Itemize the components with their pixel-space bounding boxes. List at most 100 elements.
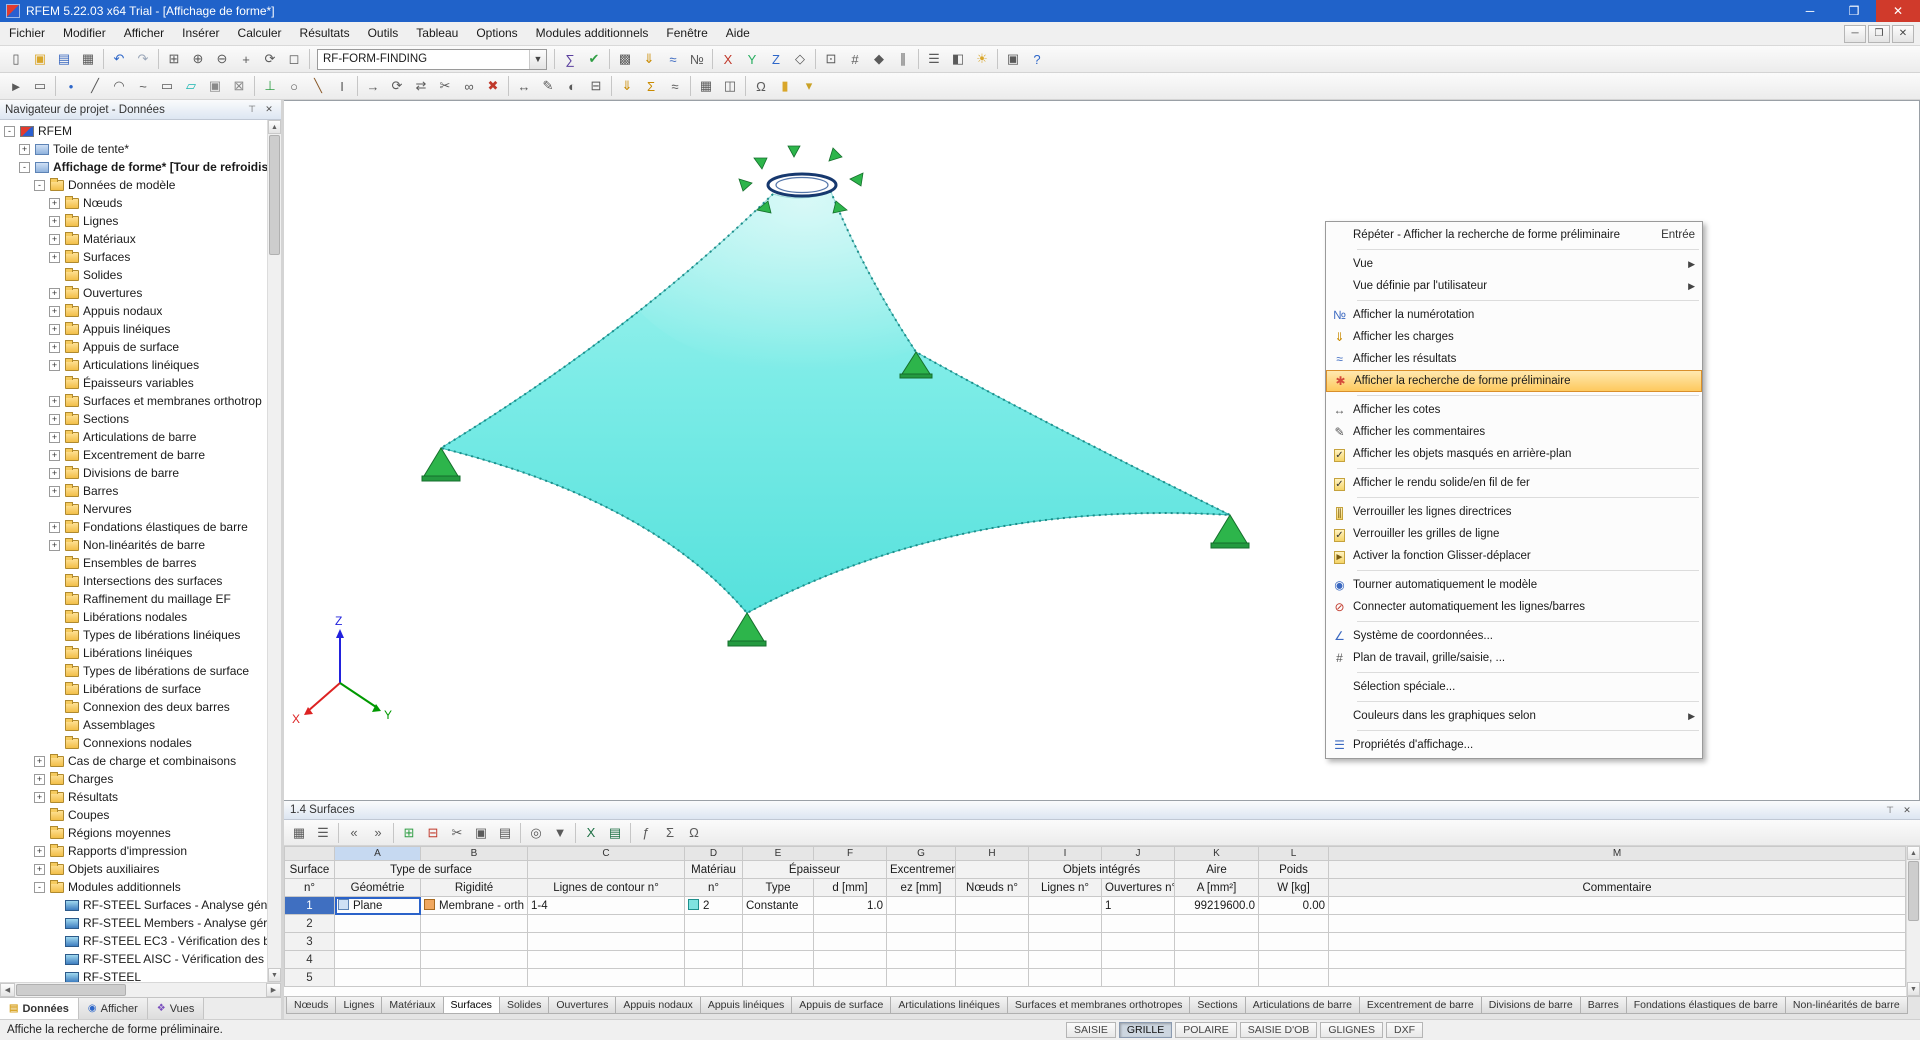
grid-cell[interactable] bbox=[955, 968, 1029, 987]
tree-item-divisions-de-barre[interactable]: + Divisions de barre bbox=[0, 464, 267, 482]
status-toggle-saisie-d-ob[interactable]: SAISIE D'OB bbox=[1239, 1022, 1318, 1038]
grid-cell[interactable]: 0.00 bbox=[1258, 896, 1329, 915]
scrollbar-thumb[interactable] bbox=[1908, 861, 1919, 921]
table-settings-icon[interactable]: ☰ bbox=[311, 821, 335, 844]
context-item-plan-de-travail-grille-saisie[interactable]: # Plan de travail, grille/saisie, ... bbox=[1326, 647, 1702, 669]
close-icon[interactable]: ✕ bbox=[262, 103, 276, 117]
grid-cell[interactable] bbox=[886, 932, 956, 951]
grid-cell[interactable] bbox=[684, 932, 743, 951]
collapse-icon[interactable]: - bbox=[4, 125, 15, 137]
expand-icon[interactable]: + bbox=[34, 791, 45, 803]
move-copy-icon[interactable]: → bbox=[361, 75, 385, 98]
menu-tableau[interactable]: Tableau bbox=[407, 22, 467, 45]
context-item-afficher-la-numerotation[interactable]: № Afficher la numérotation bbox=[1326, 304, 1702, 326]
collapse-icon[interactable]: - bbox=[34, 179, 45, 191]
print-icon[interactable]: ▦ bbox=[76, 48, 100, 71]
sheet-tab-sections[interactable]: Sections bbox=[1189, 997, 1246, 1014]
object-snap-icon[interactable]: ◆ bbox=[867, 48, 891, 71]
import-excel-icon[interactable]: X bbox=[579, 821, 603, 844]
grid-cell[interactable] bbox=[1028, 968, 1102, 987]
rotate-object-icon[interactable]: ⟳ bbox=[385, 75, 409, 98]
status-toggle-polaire[interactable]: POLAIRE bbox=[1175, 1022, 1237, 1038]
tree-item-rf-steel-ec3-verification-des-b[interactable]: RF-STEEL EC3 - Vérification des b bbox=[0, 932, 267, 950]
tree-item-n-uds[interactable]: + Nœuds bbox=[0, 194, 267, 212]
tree-item-regions-moyennes[interactable]: Régions moyennes bbox=[0, 824, 267, 842]
expand-icon[interactable]: + bbox=[49, 251, 60, 263]
grid-cell[interactable] bbox=[955, 896, 1029, 915]
column-letter-l[interactable]: L bbox=[1258, 846, 1329, 861]
tree-item-appuis-nodaux[interactable]: + Appuis nodaux bbox=[0, 302, 267, 320]
grid-cell[interactable] bbox=[1101, 932, 1175, 951]
grid-cell[interactable] bbox=[1174, 950, 1259, 969]
expand-icon[interactable]: + bbox=[19, 143, 30, 155]
context-item-verrouiller-les-grilles-de-ligne[interactable]: ✓ Verrouiller les grilles de ligne bbox=[1326, 523, 1702, 545]
menu-fenetre[interactable]: Fenêtre bbox=[657, 22, 716, 45]
menu-afficher[interactable]: Afficher bbox=[115, 22, 173, 45]
render-mode-icon[interactable]: ◧ bbox=[946, 48, 970, 71]
grid-cell[interactable] bbox=[1028, 950, 1102, 969]
grid-cell[interactable] bbox=[813, 968, 887, 987]
context-item-tourner-automatiquement-le-modele[interactable]: ◉ Tourner automatiquement le modèle bbox=[1326, 574, 1702, 596]
tree-item-toile-de-tente[interactable]: + Toile de tente* bbox=[0, 140, 267, 158]
grid-settings-icon[interactable]: # bbox=[843, 48, 867, 71]
comment-icon[interactable]: ✎ bbox=[536, 75, 560, 98]
grid-cell[interactable] bbox=[420, 914, 528, 933]
context-item-afficher-les-charges[interactable]: ⇓ Afficher les charges bbox=[1326, 326, 1702, 348]
grid-cell[interactable]: Membrane - orth bbox=[420, 896, 528, 915]
sheet-tab-surfaces-et-membranes-orthotropes[interactable]: Surfaces et membranes orthotropes bbox=[1006, 997, 1191, 1014]
mdi-minimize-button[interactable]: ─ bbox=[1844, 24, 1866, 43]
expand-icon[interactable]: + bbox=[49, 341, 60, 353]
new-member-icon[interactable]: ╲ bbox=[306, 75, 330, 98]
column-letter-e[interactable]: E bbox=[742, 846, 814, 861]
grid-cell[interactable] bbox=[742, 932, 814, 951]
column-letter-i[interactable]: I bbox=[1028, 846, 1102, 861]
menu-modules-additionnels[interactable]: Modules additionnels bbox=[527, 22, 658, 45]
sheet-tab-barres[interactable]: Barres bbox=[1579, 997, 1627, 1014]
row-header-2[interactable]: 2 bbox=[284, 914, 335, 933]
row-header-3[interactable]: 3 bbox=[284, 932, 335, 951]
sheet-tab-appuis-lineiques[interactable]: Appuis linéiques bbox=[699, 997, 793, 1014]
tree-item-rf-steel-surfaces-analyse-gene[interactable]: RF-STEEL Surfaces - Analyse géné bbox=[0, 896, 267, 914]
show-numbering-icon[interactable]: № bbox=[685, 48, 709, 71]
grid-cell[interactable]: 2 bbox=[684, 896, 743, 915]
sum-icon[interactable]: Σ bbox=[658, 821, 682, 844]
toggle-tables-icon[interactable]: ▦ bbox=[694, 75, 718, 98]
tree-item-barres[interactable]: + Barres bbox=[0, 482, 267, 500]
grid-cell[interactable] bbox=[684, 968, 743, 987]
grid-cell[interactable] bbox=[527, 950, 685, 969]
new-hinge-icon[interactable]: ○ bbox=[282, 75, 306, 98]
color-scale-icon[interactable]: ▮ bbox=[773, 75, 797, 98]
tree-item-charges[interactable]: + Charges bbox=[0, 770, 267, 788]
save-file-icon[interactable]: ▤ bbox=[52, 48, 76, 71]
context-item-activer-la-fonction-glisser-deplacer[interactable]: ► Activer la fonction Glisser-déplacer bbox=[1326, 545, 1702, 567]
tree-item-articulations-de-barre[interactable]: + Articulations de barre bbox=[0, 428, 267, 446]
go-last-icon[interactable]: » bbox=[366, 821, 390, 844]
context-item-afficher-la-recherche-de-forme-preliminaire[interactable]: ✱ Afficher la recherche de forme prélimin… bbox=[1326, 370, 1702, 392]
tree-item-articulations-lineiques[interactable]: + Articulations linéiques bbox=[0, 356, 267, 374]
expand-icon[interactable]: + bbox=[49, 539, 60, 551]
tree-item-rapports-d-impression[interactable]: + Rapports d'impression bbox=[0, 842, 267, 860]
redo-icon[interactable]: ↷ bbox=[131, 48, 155, 71]
sheet-tab-divisions-de-barre[interactable]: Divisions de barre bbox=[1480, 997, 1581, 1014]
work-plane-icon[interactable]: ⊡ bbox=[819, 48, 843, 71]
grid-cell[interactable] bbox=[1174, 968, 1259, 987]
expand-icon[interactable]: + bbox=[49, 449, 60, 461]
grid-cell[interactable] bbox=[684, 914, 743, 933]
calculate-all-icon[interactable]: ∑ bbox=[558, 48, 582, 71]
grid-cell[interactable]: 1-4 bbox=[527, 896, 685, 915]
expand-icon[interactable]: + bbox=[49, 413, 60, 425]
tree-item-lignes[interactable]: + Lignes bbox=[0, 212, 267, 230]
grid-cell[interactable] bbox=[334, 914, 421, 933]
menu-modifier[interactable]: Modifier bbox=[54, 22, 115, 45]
imperfection-icon[interactable]: ≈ bbox=[663, 75, 687, 98]
sheet-tab-articulations-lineiques[interactable]: Articulations linéiques bbox=[890, 997, 1008, 1014]
tree-item-assemblages[interactable]: Assemblages bbox=[0, 716, 267, 734]
status-toggle-dxf[interactable]: DXF bbox=[1386, 1022, 1423, 1038]
sheet-tab-appuis-nodaux[interactable]: Appuis nodaux bbox=[615, 997, 701, 1014]
navigator-vertical-scrollbar[interactable]: ▲ ▼ bbox=[267, 120, 281, 982]
context-item-afficher-le-rendu-solide-en-fil-de-fer[interactable]: ✓ Afficher le rendu solide/en fil de fer bbox=[1326, 472, 1702, 494]
check-data-icon[interactable]: ✔ bbox=[582, 48, 606, 71]
row-header-1[interactable]: 1 bbox=[284, 896, 335, 915]
zoom-all-icon[interactable]: ◻ bbox=[282, 48, 306, 71]
new-support-icon[interactable]: ⊥ bbox=[258, 75, 282, 98]
